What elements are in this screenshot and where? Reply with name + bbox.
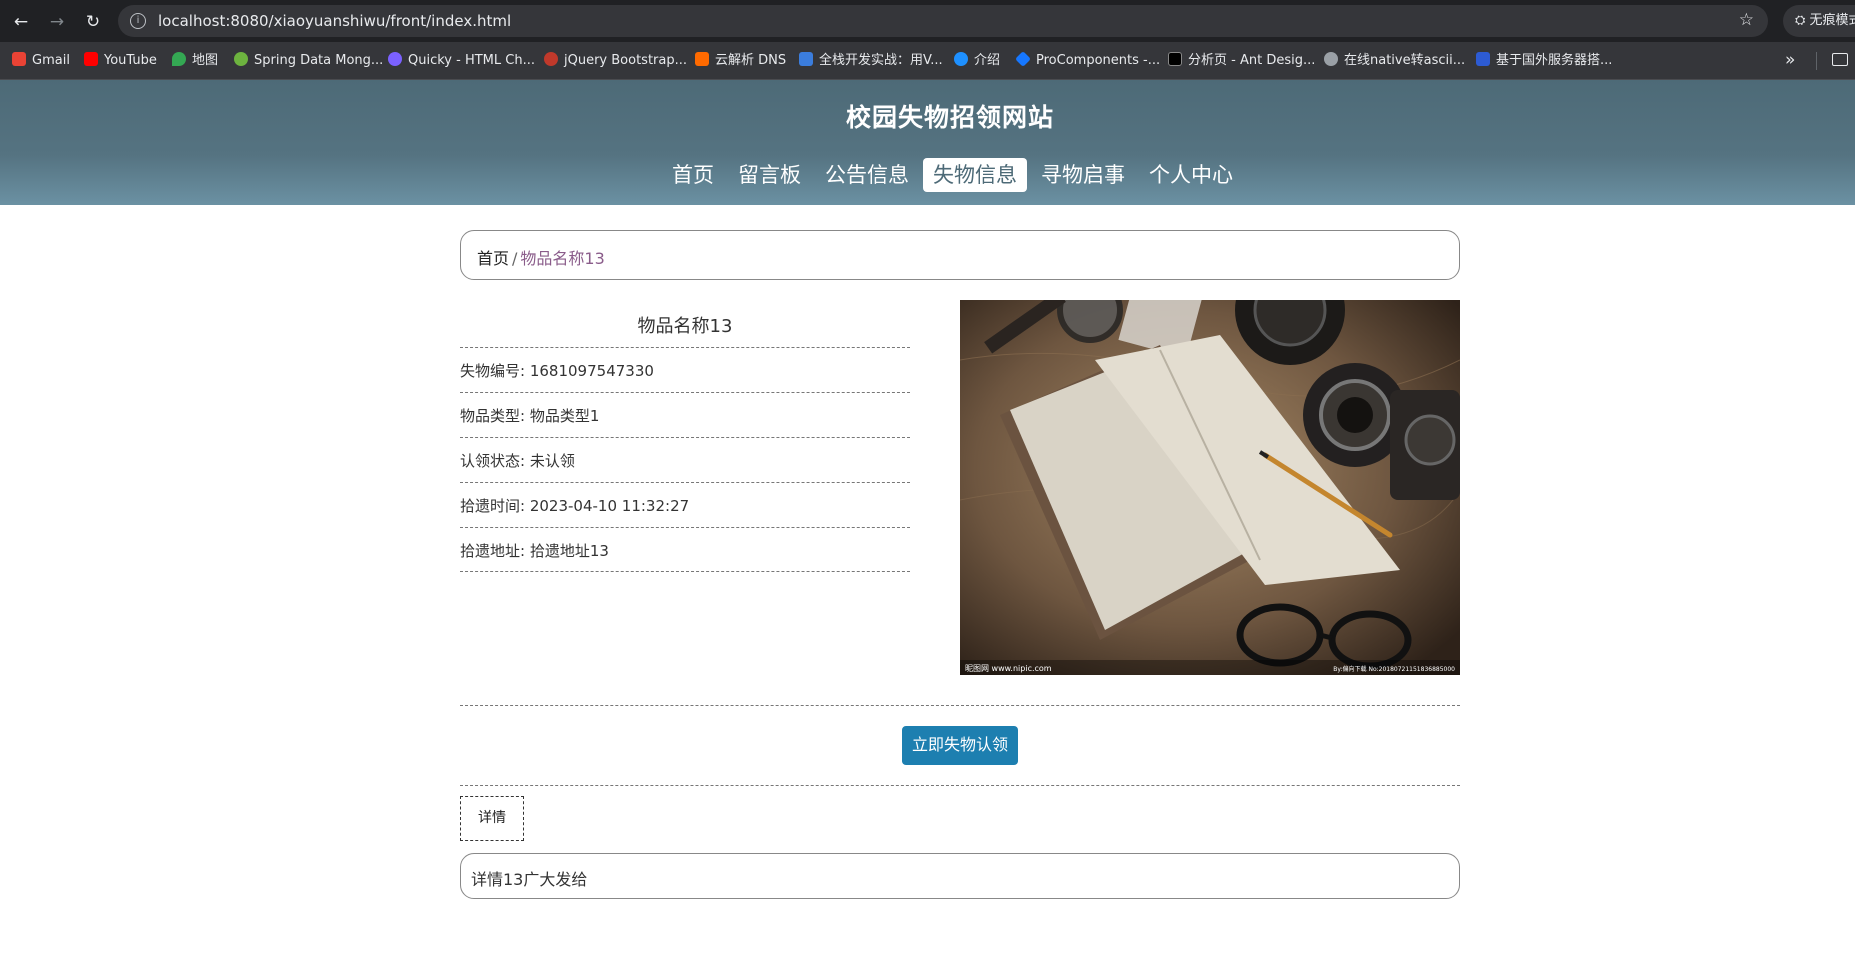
maps-pin-icon — [172, 52, 186, 66]
url-text[interactable]: localhost:8080/xiaoyuanshiwu/front/index… — [158, 12, 511, 30]
field-value: 未认领 — [529, 452, 575, 470]
menu-item-announcements[interactable]: 公告信息 — [815, 158, 919, 192]
bookmark-quicky[interactable]: Quicky - HTML Ch... — [388, 51, 535, 71]
breadcrumb: 首页 / 物品名称13 — [460, 230, 1460, 280]
field-item-type: 物品类型: 物品类型1 — [460, 392, 910, 437]
breadcrumb-separator: / — [512, 249, 518, 268]
bookmarks-bar: Gmail YouTube 地图 Spring Data Mong... Qui… — [0, 42, 1855, 80]
globe-icon — [1324, 52, 1338, 66]
browser-toolbar: ← → ↻ i localhost:8080/xiaoyuanshiwu/fro… — [0, 0, 1855, 42]
main-menu: 首页 留言板 公告信息 失物信息 寻物启事 个人中心 — [0, 158, 1855, 192]
item-name-heading: 物品名称13 — [637, 316, 733, 337]
address-bar[interactable]: i localhost:8080/xiaoyuanshiwu/front/ind… — [118, 5, 1768, 37]
site-header: 校园失物招领网站 首页 留言板 公告信息 失物信息 寻物启事 个人中心 — [0, 80, 1855, 205]
site-info-icon[interactable]: i — [130, 13, 146, 29]
bookmark-youtube[interactable]: YouTube — [84, 51, 157, 71]
menu-item-message-board[interactable]: 留言板 — [728, 158, 811, 192]
menu-item-lost-items[interactable]: 失物信息 — [923, 158, 1027, 192]
bookmark-star-icon[interactable]: ☆ — [1739, 10, 1754, 30]
profile-button[interactable]: ⛭ 无痕模式 — [1783, 5, 1855, 37]
photo-watermark-left: 昵图网 www.nipic.com — [965, 664, 1052, 673]
field-label: 失物编号 — [460, 362, 521, 380]
field-label: 认领状态 — [460, 452, 521, 470]
bookmark-maps[interactable]: 地图 — [172, 51, 218, 71]
bookmarks-divider — [1816, 52, 1817, 70]
field-label: 物品类型 — [460, 407, 521, 425]
item-photo: 昵图网 www.nipic.com By:偏向下载 No:20180721151… — [960, 300, 1460, 675]
bookmark-native-ascii[interactable]: 在线native转ascii... — [1324, 51, 1465, 71]
field-value: 2023-04-10 11:32:27 — [529, 497, 690, 515]
bookmarks-overflow-icon[interactable]: » — [1785, 50, 1795, 70]
section-divider — [460, 785, 1460, 786]
breadcrumb-current: 物品名称13 — [520, 249, 605, 268]
field-claim-status: 认领状态: 未认领 — [460, 437, 910, 482]
field-value: 1681097547330 — [529, 362, 654, 380]
jquery-icon — [544, 52, 558, 66]
flag-icon — [1476, 52, 1490, 66]
menu-item-lost-notices[interactable]: 寻物启事 — [1031, 158, 1135, 192]
pro-badge-icon — [1168, 52, 1182, 66]
field-lost-id: 失物编号: 1681097547330 — [460, 347, 910, 392]
globe-icon — [954, 52, 968, 66]
bookmark-fullstack[interactable]: 全栈开发实战：用V... — [799, 51, 943, 71]
field-label: 拾遗时间 — [460, 497, 521, 515]
all-bookmarks-folder-icon[interactable] — [1832, 53, 1848, 66]
bookmark-jquery-bootstrap[interactable]: jQuery Bootstrap... — [544, 51, 687, 71]
bookmark-spring-data[interactable]: Spring Data Mong... — [234, 51, 383, 71]
field-value: 物品类型1 — [529, 407, 600, 425]
field-value: 拾遗地址13 — [529, 542, 609, 560]
photo-watermark-right: By:偏向下载 No:20180721151836885000 — [1333, 665, 1455, 673]
bookmark-server[interactable]: 基于国外服务器搭... — [1476, 51, 1612, 71]
bookmark-intro[interactable]: 介绍 — [954, 51, 1000, 71]
menu-item-home[interactable]: 首页 — [662, 158, 724, 192]
field-found-address: 拾遗地址: 拾遗地址13 — [460, 527, 910, 572]
incognito-icon: ⛭ — [1795, 13, 1810, 28]
tab-detail[interactable]: 详情 — [460, 796, 524, 841]
profile-label: 无痕模式 — [1809, 13, 1855, 28]
aliyun-icon — [695, 52, 709, 66]
forward-arrow-icon[interactable]: → — [44, 9, 70, 35]
field-found-time: 拾遗时间: 2023-04-10 11:32:27 — [460, 482, 910, 527]
spring-leaf-icon — [234, 52, 248, 66]
reload-icon[interactable]: ↻ — [80, 9, 106, 35]
detail-content: 详情13广大发给 — [460, 853, 1460, 899]
section-divider — [460, 705, 1460, 706]
youtube-icon — [84, 52, 98, 66]
m-letter-icon — [799, 52, 813, 66]
field-label: 拾遗地址 — [460, 542, 521, 560]
info-divider — [460, 571, 910, 572]
procomponents-icon — [1015, 51, 1031, 67]
menu-item-user-center[interactable]: 个人中心 — [1139, 158, 1243, 192]
gmail-icon — [12, 52, 26, 66]
site-title: 校园失物招领网站 — [845, 103, 1054, 132]
bookmark-cloud-dns[interactable]: 云解析 DNS — [695, 51, 786, 71]
bookmark-gmail[interactable]: Gmail — [12, 51, 70, 71]
bookmark-procomponents[interactable]: ProComponents -... — [1015, 51, 1160, 71]
back-arrow-icon[interactable]: ← — [8, 9, 34, 35]
bookmark-ant-design[interactable]: 分析页 - Ant Desig... — [1168, 51, 1315, 71]
quicky-icon — [388, 52, 402, 66]
breadcrumb-home-link[interactable]: 首页 — [477, 249, 509, 268]
claim-item-button[interactable]: 立即失物认领 — [902, 726, 1018, 765]
